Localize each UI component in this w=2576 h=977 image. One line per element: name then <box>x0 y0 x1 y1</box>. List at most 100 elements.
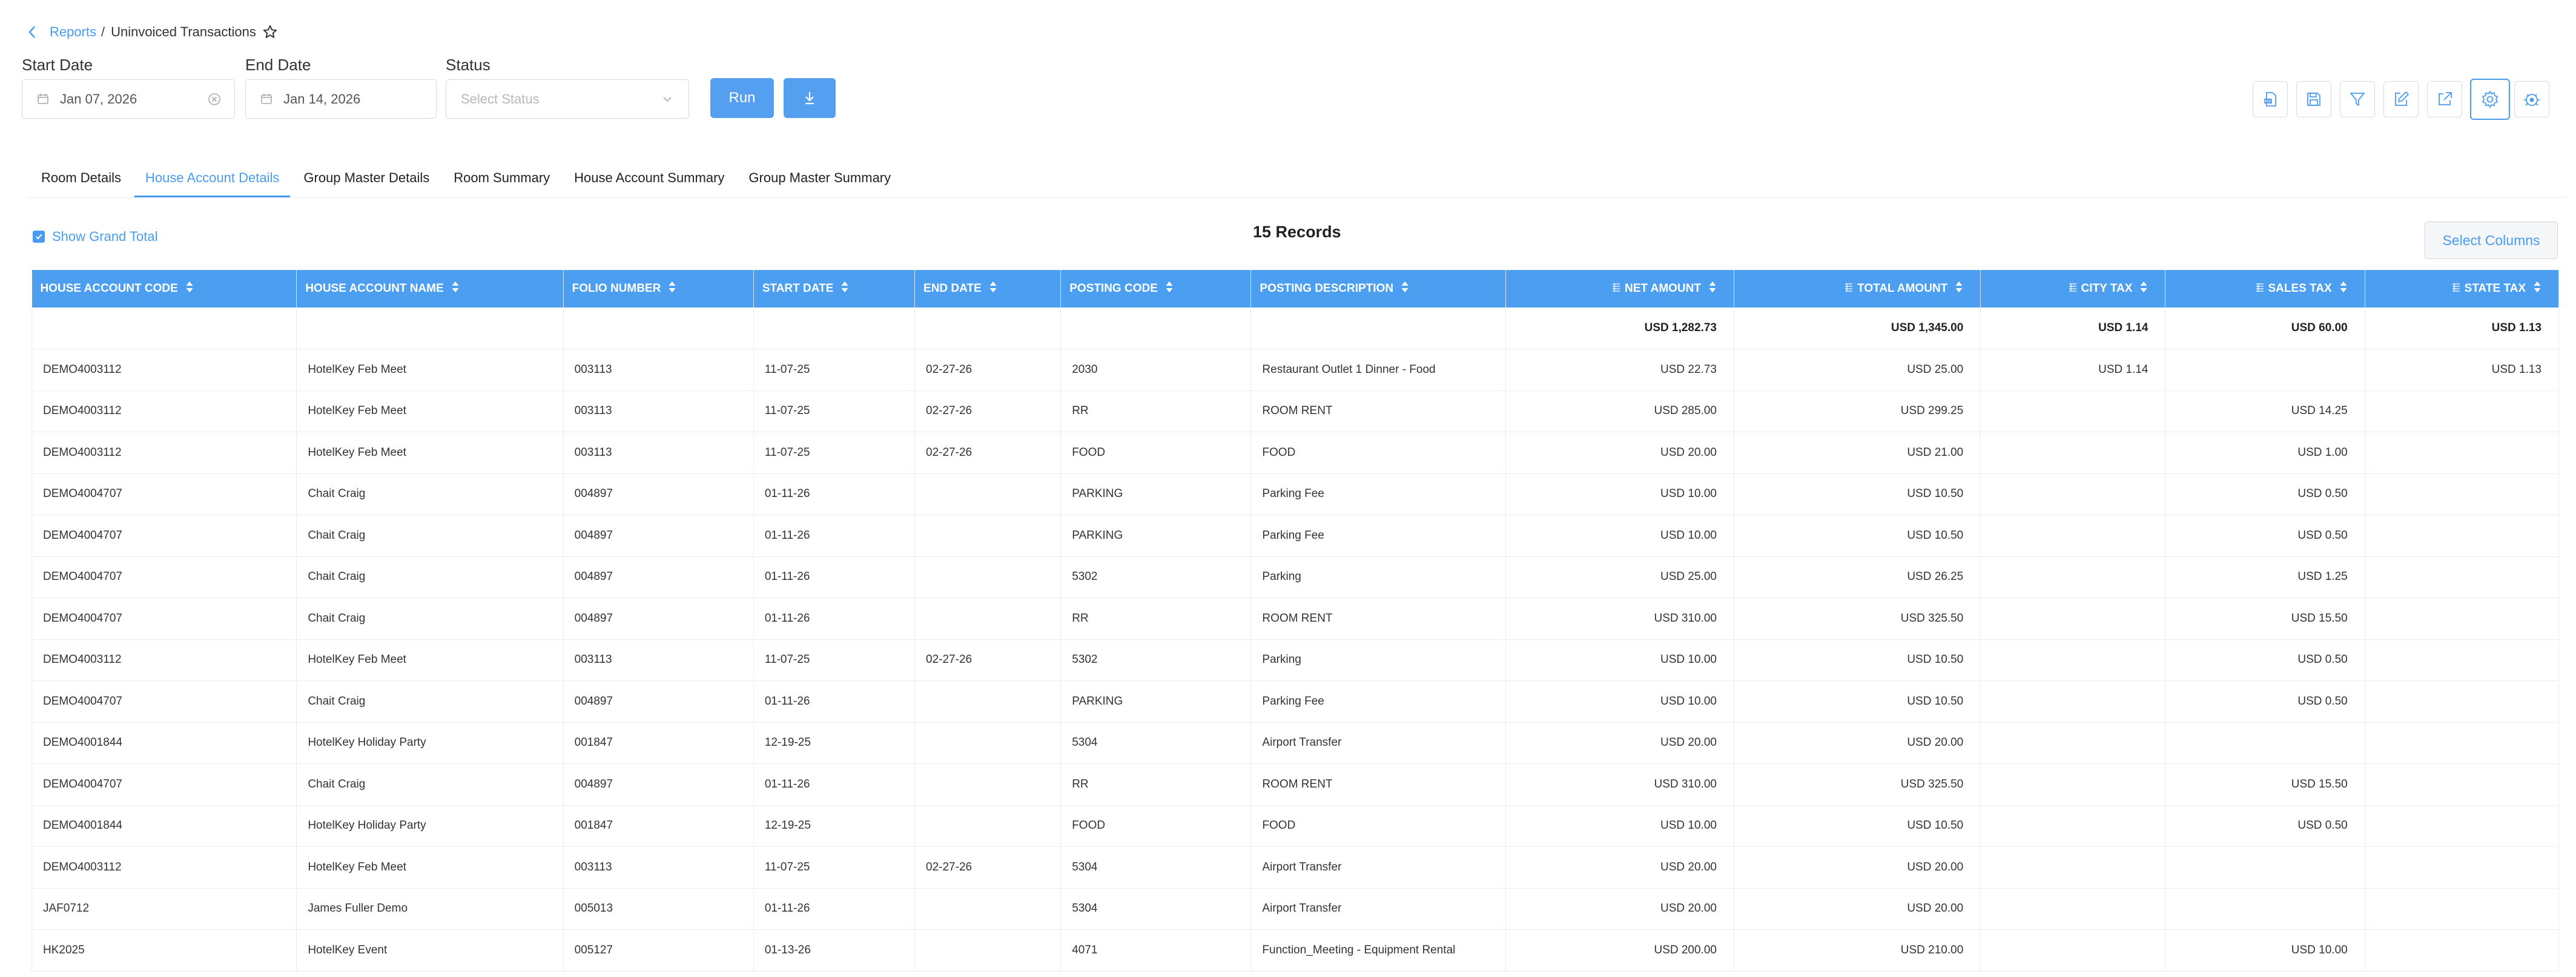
column-header-net-amount[interactable]: NET AMOUNT <box>1505 270 1734 308</box>
column-header-label: HOUSE ACCOUNT CODE <box>40 282 178 295</box>
table-cell: 11-07-25 <box>753 349 916 391</box>
table-header-row: HOUSE ACCOUNT CODE HOUSE ACCOUNT NAME FOLI… <box>31 270 2560 308</box>
column-header-total-amount[interactable]: TOTAL AMOUNT <box>1734 270 1981 308</box>
table-cell <box>2165 722 2365 764</box>
table-cell <box>2365 846 2560 889</box>
sort-icon[interactable] <box>1165 280 1174 297</box>
sort-icon[interactable] <box>451 280 460 297</box>
table-cell: DEMO4003112 <box>31 390 297 432</box>
column-header-sales-tax[interactable]: SALES TAX <box>2165 270 2365 308</box>
table-cell: USD 10.00 <box>1505 680 1734 723</box>
tab-group-master-details[interactable]: Group Master Details <box>292 159 440 197</box>
settings-button[interactable] <box>2470 79 2510 120</box>
column-header-folio-number[interactable]: FOLIO NUMBER <box>563 270 754 308</box>
table-cell: 2030 <box>1060 349 1252 391</box>
end-date-label: End Date <box>245 56 311 74</box>
table-cell: USD 20.00 <box>1734 888 1981 930</box>
column-header-start-date[interactable]: START DATE <box>753 270 916 308</box>
column-header-house-account-code[interactable]: HOUSE ACCOUNT CODE <box>31 270 297 308</box>
column-header-posting-description[interactable]: POSTING DESCRIPTION <box>1250 270 1506 308</box>
start-date-value: Jan 07, 2026 <box>60 91 137 107</box>
table-cell: DEMO4003112 <box>31 349 297 391</box>
sort-icon[interactable] <box>989 280 997 297</box>
tab-group-master-summary[interactable]: Group Master Summary <box>738 159 902 197</box>
sort-icon[interactable] <box>1401 280 1409 297</box>
sort-icon[interactable] <box>2139 280 2148 297</box>
sort-icon[interactable] <box>1955 280 1963 297</box>
table-cell <box>296 308 564 349</box>
sort-icon[interactable] <box>1708 280 1717 297</box>
table-cell: USD 20.00 <box>1505 432 1734 474</box>
table-cell: HotelKey Holiday Party <box>296 805 564 847</box>
table-cell: DEMO4001844 <box>31 722 297 764</box>
table-cell: USD 21.00 <box>1734 432 1981 474</box>
column-header-end-date[interactable]: END DATE <box>914 270 1062 308</box>
show-grand-total-toggle[interactable]: Show Grand Total <box>33 229 157 245</box>
table-cell: 11-07-25 <box>753 390 916 432</box>
save-button[interactable] <box>2296 81 2331 117</box>
table-cell <box>2365 763 2560 806</box>
filter-button[interactable] <box>2340 81 2375 117</box>
status-select[interactable]: Select Status <box>446 79 689 119</box>
table-cell: 001847 <box>563 805 754 847</box>
table-row: DEMO4001844 HotelKey Holiday Party 001847 1… <box>31 805 2560 847</box>
breadcrumb-reports-link[interactable]: Reports <box>50 24 96 40</box>
column-header-label: END DATE <box>923 282 982 295</box>
sort-icon[interactable] <box>2339 280 2348 297</box>
table-cell: Chait Craig <box>296 597 564 640</box>
show-grand-total-label: Show Grand Total <box>52 229 158 244</box>
table-cell: USD 20.00 <box>1734 846 1981 889</box>
checkbox-checked-icon[interactable] <box>33 231 45 243</box>
tab-house-account-summary[interactable]: House Account Summary <box>563 159 735 197</box>
table-cell: USD 20.00 <box>1505 888 1734 930</box>
column-header-state-tax[interactable]: STATE TAX <box>2365 270 2560 308</box>
table-cell: 02-27-26 <box>914 432 1062 474</box>
table-row: DEMO4003112 HotelKey Feb Meet 003113 11-07-… <box>31 390 2560 432</box>
table-row: HK2025 HotelKey Event 005127 01-13-26 4071 Fu… <box>31 929 2560 972</box>
table-cell: USD 210.00 <box>1734 929 1981 972</box>
table-cell: 12-19-25 <box>753 722 916 764</box>
clear-icon[interactable] <box>208 93 221 106</box>
sort-icon[interactable] <box>2533 280 2541 297</box>
download-button[interactable] <box>784 78 836 118</box>
chevron-left-icon[interactable] <box>28 24 41 41</box>
advanced-settings-button[interactable] <box>2514 81 2549 117</box>
table-cell: 004897 <box>563 597 754 640</box>
chevron-down-icon <box>662 94 673 105</box>
table-cell: USD 0.50 <box>2165 515 2365 557</box>
table-cell <box>1980 680 2166 723</box>
table-cell: 003113 <box>563 349 754 391</box>
column-header-house-account-name[interactable]: HOUSE ACCOUNT NAME <box>296 270 564 308</box>
sort-icon[interactable] <box>668 280 676 297</box>
tab-room-details[interactable]: Room Details <box>30 159 132 197</box>
table-row: DEMO4003112 HotelKey Feb Meet 003113 11-07-… <box>31 639 2560 681</box>
select-columns-button[interactable]: Select Columns <box>2425 222 2558 259</box>
tab-house-account-details[interactable]: House Account Details <box>134 159 291 197</box>
run-button[interactable]: Run <box>710 78 774 118</box>
table-cell: USD 20.00 <box>1505 722 1734 764</box>
table-cell: DEMO4004707 <box>31 515 297 557</box>
column-header-label: TOTAL AMOUNT <box>1857 282 1948 295</box>
column-header-city-tax[interactable]: CITY TAX <box>1980 270 2166 308</box>
table-cell: 02-27-26 <box>914 390 1062 432</box>
star-icon[interactable] <box>262 24 278 40</box>
table-cell: DEMO4003112 <box>31 846 297 889</box>
end-date-value: Jan 14, 2026 <box>283 91 361 107</box>
edit-button[interactable] <box>2383 81 2419 117</box>
table-cell: 01-11-26 <box>753 597 916 640</box>
table-cell: USD 1.14 <box>1980 349 2166 391</box>
end-date-field[interactable]: Jan 14, 2026 <box>245 79 437 119</box>
open-external-button[interactable] <box>2427 81 2462 117</box>
table-cell: JAF0712 <box>31 888 297 930</box>
tab-room-summary[interactable]: Room Summary <box>443 159 561 197</box>
breadcrumb-separator: / <box>101 24 105 39</box>
column-icon <box>2451 282 2461 295</box>
table-cell: 5302 <box>1060 556 1252 598</box>
sort-icon[interactable] <box>841 280 849 297</box>
start-date-field[interactable]: Jan 07, 2026 <box>22 79 235 119</box>
table-cell: 5304 <box>1060 888 1252 930</box>
table-cell: Chait Craig <box>296 680 564 723</box>
column-header-posting-code[interactable]: POSTING CODE <box>1060 270 1252 308</box>
pdf-export-button[interactable]: PDF <box>2253 81 2288 117</box>
sort-icon[interactable] <box>185 280 194 297</box>
